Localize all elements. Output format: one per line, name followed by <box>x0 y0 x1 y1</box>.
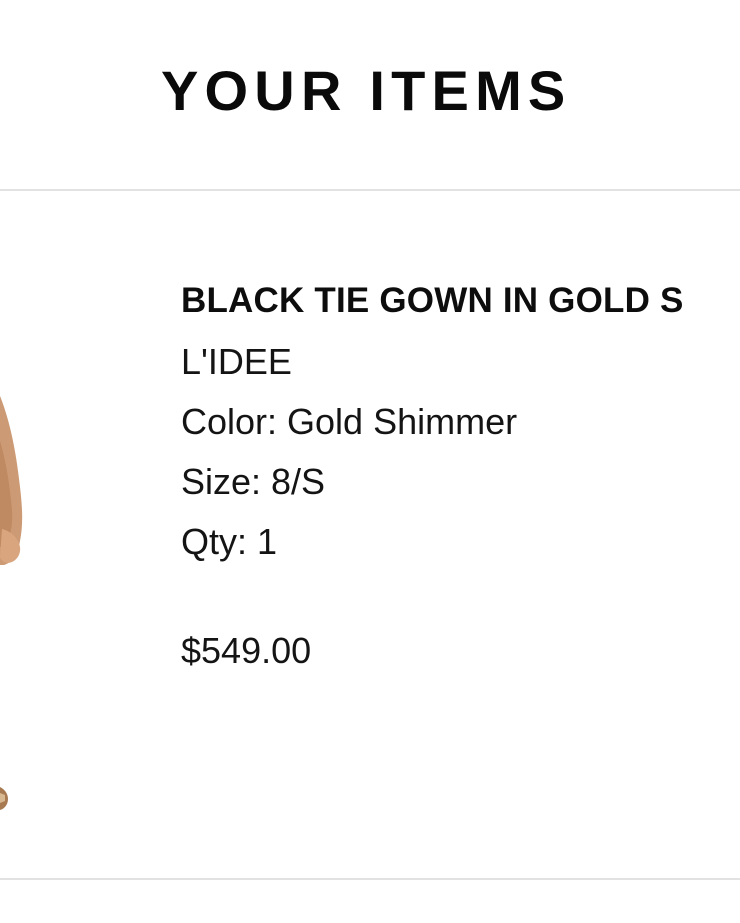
product-price: $549.00 <box>181 630 312 671</box>
page-title: YOUR ITEMS <box>161 59 572 122</box>
page-header: YOUR ITEMS <box>0 0 740 190</box>
product-quantity: Qty: 1 <box>181 521 278 562</box>
product-image[interactable] <box>0 191 60 878</box>
product-color: Color: Gold Shimmer <box>181 401 518 442</box>
product-brand: L'IDEE <box>181 341 292 382</box>
product-size: Size: 8/S <box>181 461 326 502</box>
cart-item: BLACK TIE GOWN IN GOLD S L'IDEE Color: G… <box>0 191 740 878</box>
product-photo-fragment <box>0 396 23 810</box>
product-name[interactable]: BLACK TIE GOWN IN GOLD S <box>181 279 684 323</box>
bottom-divider <box>0 878 740 880</box>
product-details: BLACK TIE GOWN IN GOLD S L'IDEE Color: G… <box>181 191 740 878</box>
